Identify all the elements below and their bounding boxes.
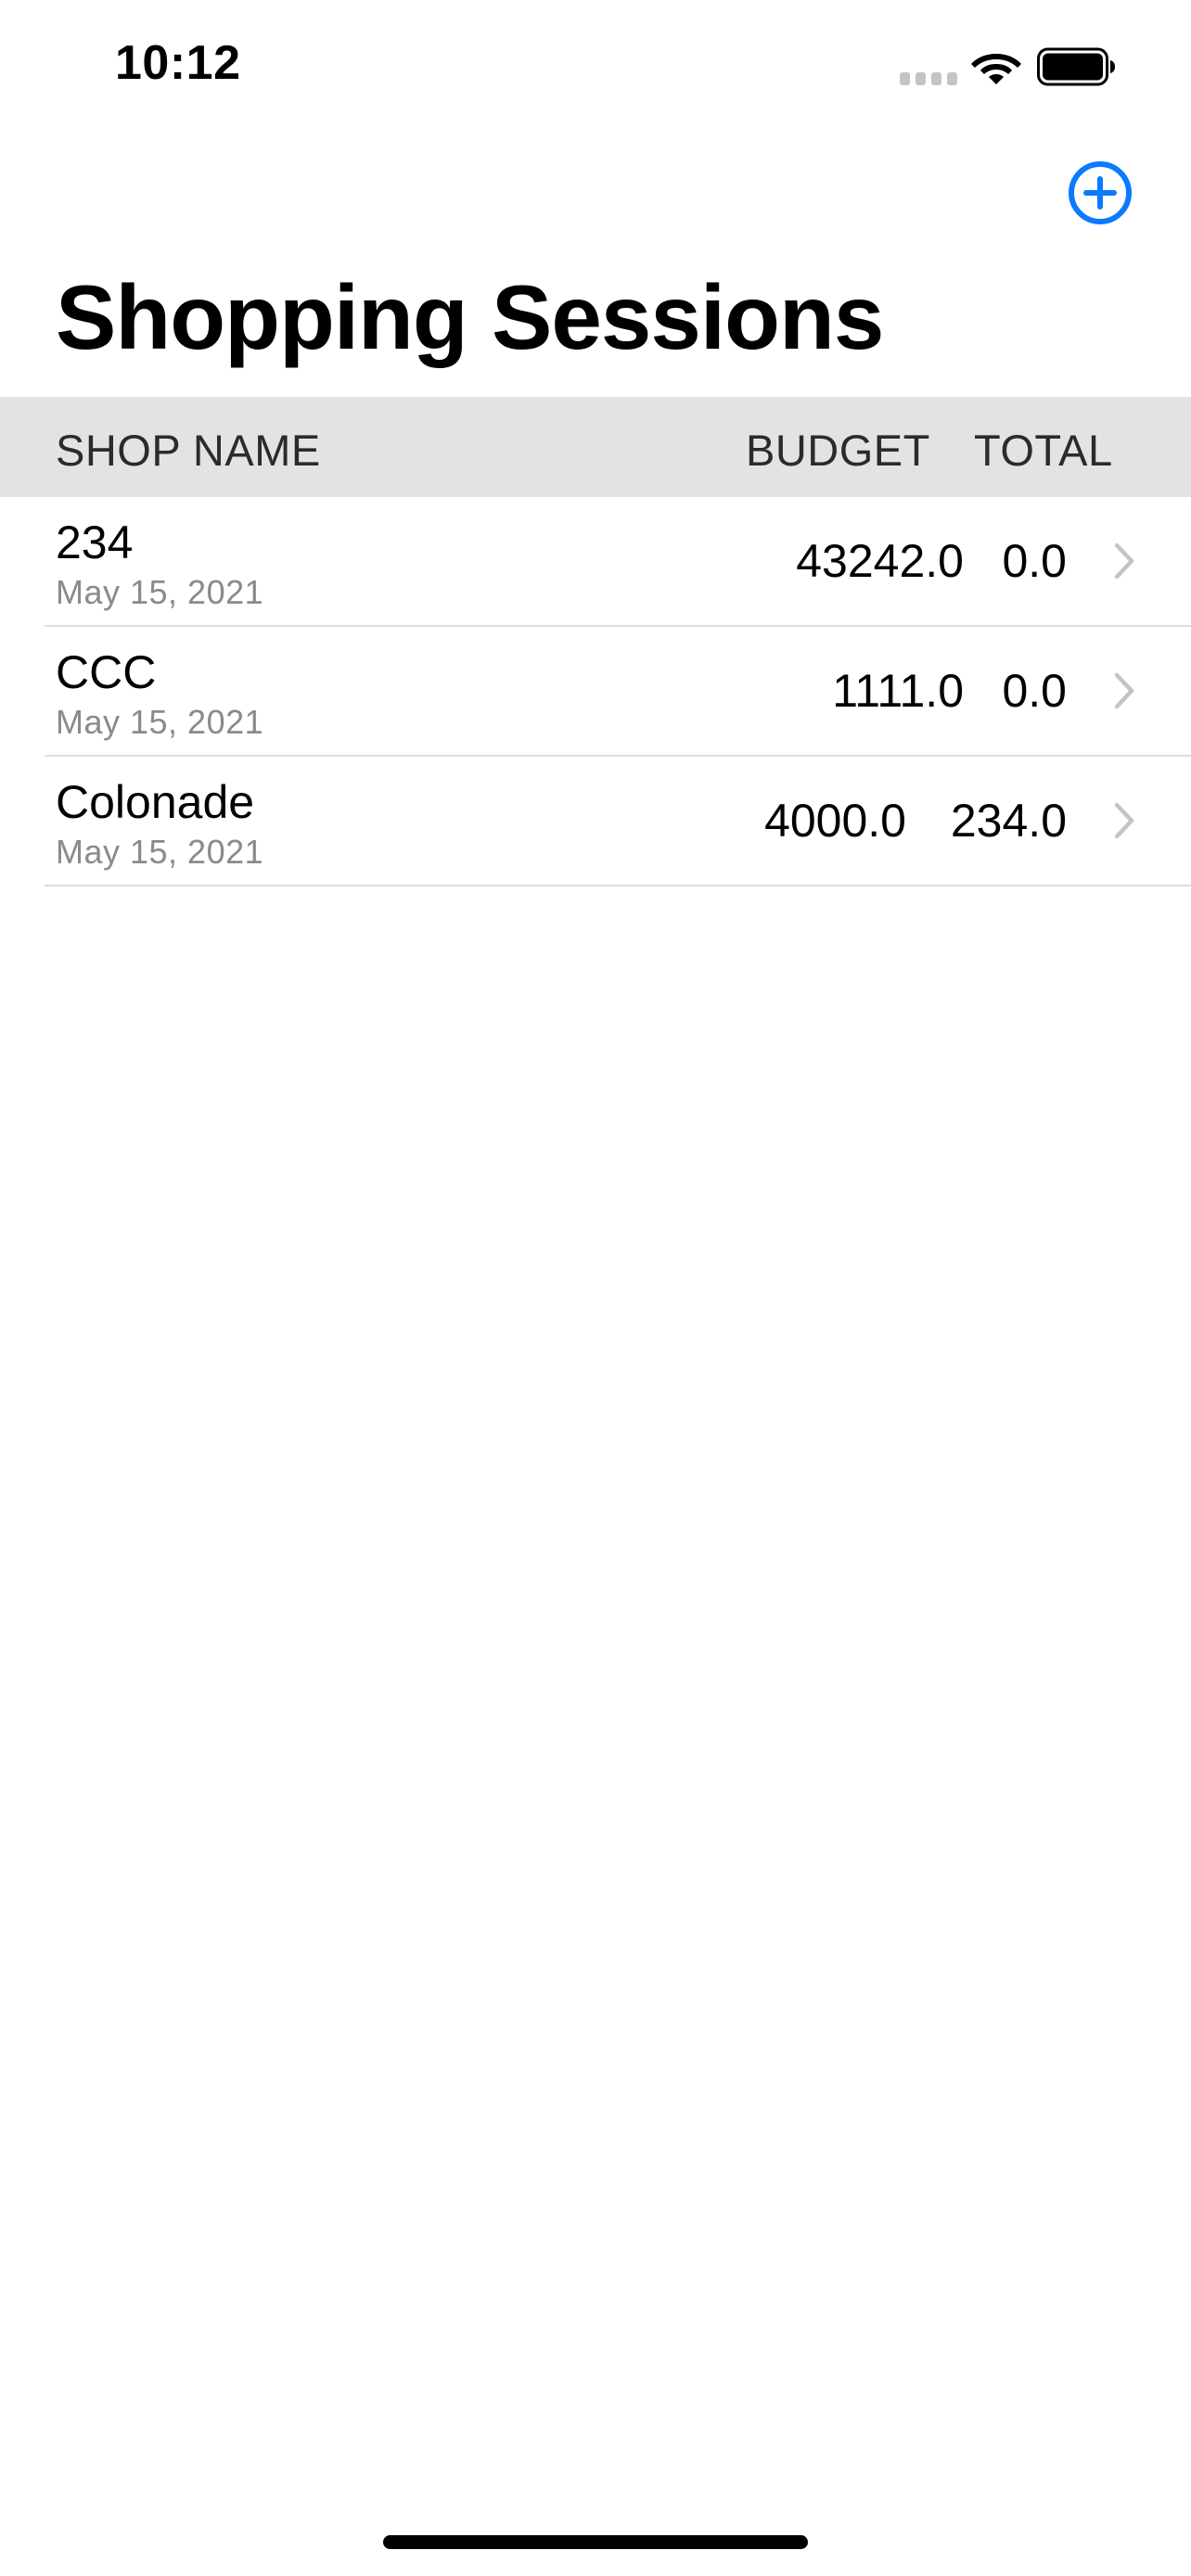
session-name: CCC	[56, 646, 157, 698]
cellular-signal-icon	[900, 72, 957, 85]
session-row[interactable]: CCC May 15, 2021 1111.0 0.0	[0, 627, 1191, 757]
battery-icon	[1037, 47, 1115, 86]
add-session-button[interactable]	[1067, 159, 1133, 226]
chevron-right-icon	[1114, 542, 1134, 580]
session-budget: 43242.0	[796, 535, 964, 587]
chevron-right-icon	[1114, 672, 1134, 709]
session-date: May 15, 2021	[56, 703, 264, 741]
plus-circle-icon	[1069, 161, 1132, 224]
session-total: 0.0	[1002, 665, 1067, 717]
session-budget: 1111.0	[832, 665, 964, 717]
screen: 10:12 Shopping Sessions SHOP NAME BUDGET…	[0, 0, 1191, 2576]
session-name: 234	[56, 516, 134, 568]
session-list: 234 May 15, 2021 43242.0 0.0 CCC May 15,…	[0, 497, 1191, 886]
session-row[interactable]: 234 May 15, 2021 43242.0 0.0	[0, 497, 1191, 627]
home-indicator[interactable]	[383, 2535, 808, 2549]
session-total: 0.0	[1002, 535, 1067, 587]
chevron-right-icon	[1114, 802, 1134, 839]
status-time: 10:12	[115, 36, 241, 90]
page-title: Shopping Sessions	[56, 266, 884, 368]
session-date: May 15, 2021	[56, 833, 264, 871]
session-budget: 4000.0	[764, 795, 906, 847]
session-date: May 15, 2021	[56, 573, 264, 611]
session-name: Colonade	[56, 776, 255, 828]
header-total: TOTAL	[974, 426, 1113, 475]
session-row[interactable]: Colonade May 15, 2021 4000.0 234.0	[0, 757, 1191, 886]
header-shop-name: SHOP NAME	[56, 426, 321, 475]
table-header: SHOP NAME BUDGET TOTAL	[0, 397, 1191, 497]
header-budget: BUDGET	[746, 426, 930, 475]
wifi-icon	[971, 54, 1021, 84]
session-total: 234.0	[950, 795, 1067, 847]
status-bar: 10:12	[0, 0, 1191, 139]
